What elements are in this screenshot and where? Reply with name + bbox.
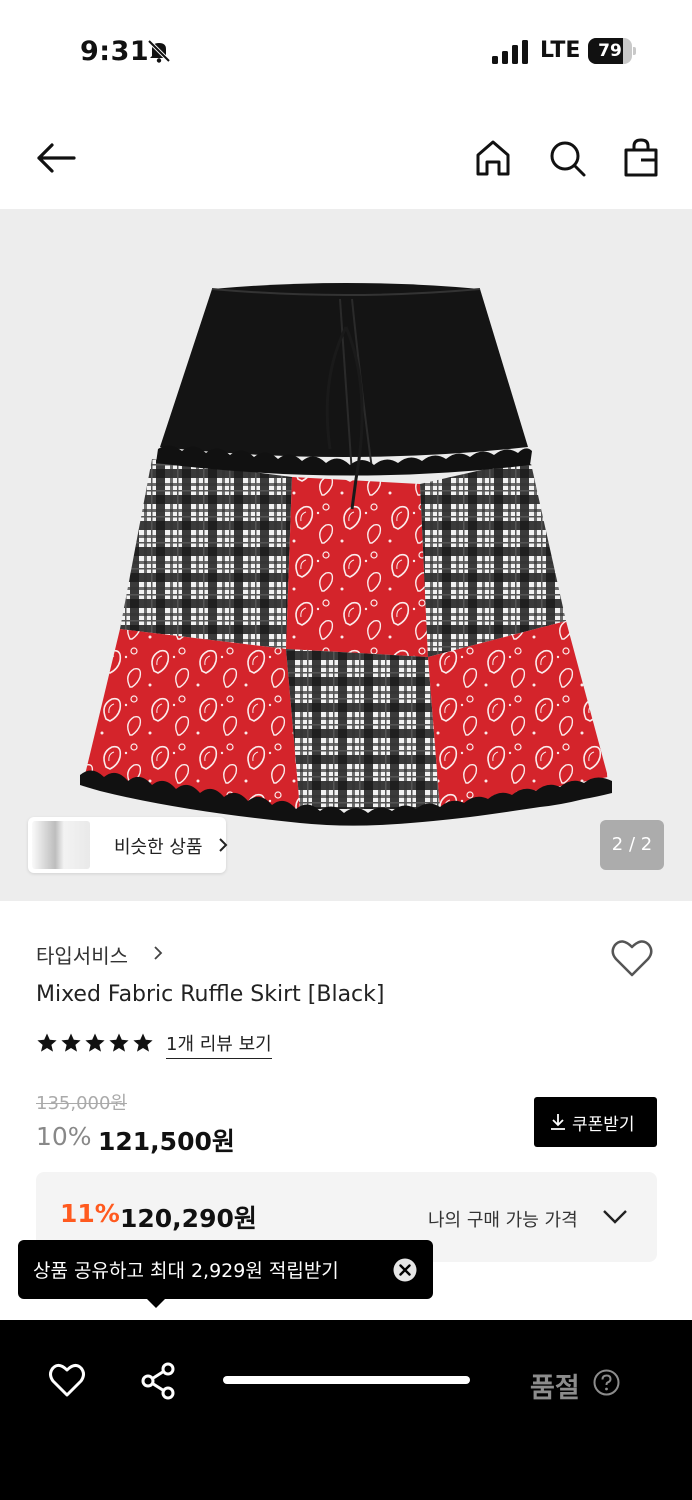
heart-icon[interactable] [48,1362,86,1398]
coupon-button[interactable]: 쿠폰받기 [534,1097,657,1147]
search-icon[interactable] [545,136,589,180]
my-price: 120,290원 [120,1204,257,1233]
product-image[interactable] [0,209,692,901]
image-pager: 2 / 2 [600,820,664,870]
similar-products-button[interactable]: 비슷한 상품 [28,817,228,873]
back-arrow-icon[interactable] [34,136,78,180]
share-icon[interactable] [140,1362,176,1400]
tooltip-text: 상품 공유하고 최대 2,929원 적립받기 [33,1260,339,1282]
product-title: Mixed Fabric Ruffle Skirt [Black] [36,982,385,1007]
star-icon [108,1032,130,1054]
top-navigation [0,118,692,198]
my-price-label: 나의 구매 가능 가격 [428,1210,578,1231]
download-icon [551,1114,565,1130]
discount-rate: 10% [36,1122,92,1151]
battery-level: 79 [598,41,622,61]
chevron-down-icon [603,1210,627,1224]
bottom-action-bar: 품절 [0,1320,692,1500]
close-icon[interactable] [393,1258,417,1282]
home-icon[interactable] [471,136,515,180]
rating-stars [36,1032,154,1054]
star-icon [60,1032,82,1054]
home-indicator [223,1376,470,1384]
similar-products-label: 비슷한 상품 [114,837,203,858]
my-discount-rate: 11% [60,1199,120,1228]
star-icon [84,1032,106,1054]
review-link[interactable]: 1개 리뷰 보기 [166,1030,272,1059]
similar-product-thumbnail [32,821,90,869]
shopping-bag-icon[interactable] [619,136,663,180]
battery-icon: 79 [588,38,636,64]
status-time: 9:31 [80,36,150,67]
coupon-label: 쿠폰받기 [572,1115,635,1135]
chevron-right-icon [154,946,163,960]
status-bar: 9:31 LTE 79 [0,0,692,100]
star-icon [132,1032,154,1054]
share-reward-tooltip: 상품 공유하고 최대 2,929원 적립받기 [18,1240,433,1308]
help-icon[interactable] [593,1369,620,1396]
sold-out-status: 품절 [530,1373,580,1404]
sale-price: 121,500원 [98,1127,235,1156]
bell-muted-icon [147,39,171,63]
brand-link[interactable]: 타입서비스 [36,940,128,969]
wishlist-heart-icon[interactable] [610,938,654,978]
skirt-image [80,283,612,826]
original-price: 135,000원 [36,1093,127,1114]
network-type: LTE [540,38,581,63]
tooltip-pointer [146,1298,166,1308]
chevron-right-icon [219,838,228,852]
signal-icon [492,40,528,64]
star-icon [36,1032,58,1054]
